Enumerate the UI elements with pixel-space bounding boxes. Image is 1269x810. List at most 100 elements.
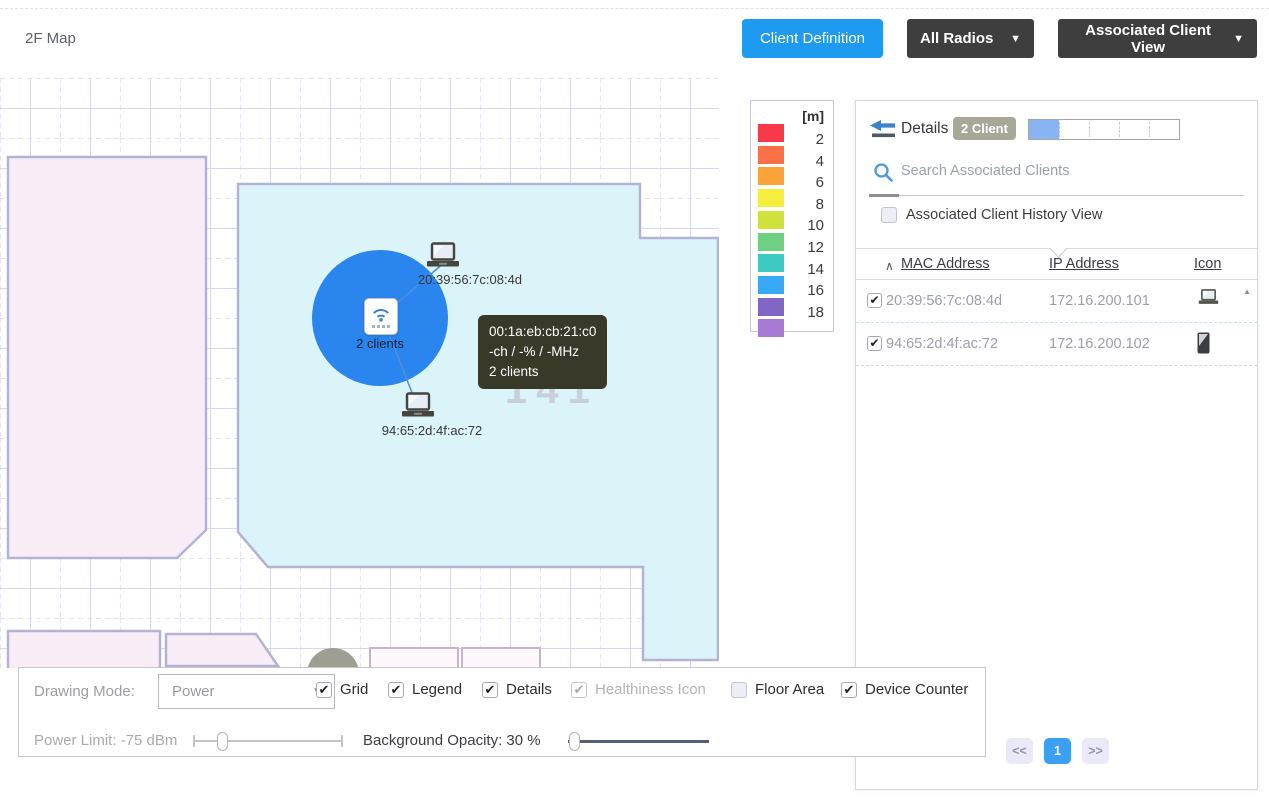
- back-arrow-icon[interactable]: [869, 120, 896, 138]
- ap-led-dots: [372, 325, 390, 328]
- client-table-body: ✔ 20:39:56:7c:08:4d 172.16.200.101 ✔ 94:65:2…: [856, 280, 1257, 366]
- column-header-icon[interactable]: Icon: [1194, 256, 1221, 272]
- toolbar-checkbox-floor-area[interactable]: Floor Area: [731, 681, 824, 698]
- checkbox-unchecked[interactable]: [881, 207, 897, 223]
- scrollbar-up-arrow[interactable]: ▲: [1243, 287, 1251, 296]
- drawing-mode-select[interactable]: Power ▼: [158, 674, 335, 709]
- legend-swatch: [758, 211, 784, 229]
- toolbar-checkbox-label: Device Counter: [865, 681, 968, 698]
- all-radios-label: All Radios: [920, 30, 993, 47]
- legend-tick: 16: [794, 282, 824, 299]
- toolbar-checkbox-label: Healthiness Icon: [595, 681, 706, 698]
- checkbox-checked: ✔: [571, 682, 587, 698]
- associated-client-view-dropdown[interactable]: Associated Client View ▼: [1058, 19, 1257, 58]
- cell-mac-address: 94:65:2d:4f:ac:72: [886, 336, 998, 352]
- page-title: 2F Map: [25, 30, 76, 47]
- legend-tick: 18: [794, 304, 824, 321]
- column-header-mac[interactable]: MAC Address: [901, 256, 990, 272]
- column-header-ip[interactable]: IP Address: [1049, 256, 1119, 272]
- legend-swatch: [758, 298, 784, 316]
- sort-ascending-icon[interactable]: ∧: [885, 259, 894, 273]
- all-radios-dropdown[interactable]: All Radios ▼: [907, 19, 1034, 58]
- client-definition-button[interactable]: Client Definition: [742, 19, 883, 58]
- capacity-bar-fill: [1029, 120, 1059, 139]
- background-opacity-slider-thumb[interactable]: [569, 732, 580, 751]
- toolbar-checkbox-label: Details: [506, 681, 552, 698]
- phone-icon: [1197, 332, 1210, 358]
- collapse-notch[interactable]: [1049, 239, 1067, 257]
- legend-unit-label: [m]: [802, 108, 824, 124]
- search-underline-accent: [869, 194, 899, 197]
- legend-swatch: [758, 319, 784, 337]
- legend-swatch: [758, 233, 784, 251]
- history-view-label: Associated Client History View: [906, 207, 1102, 223]
- legend-swatch: [758, 124, 784, 142]
- laptop-icon: [1197, 289, 1220, 310]
- legend-swatch: [758, 276, 784, 294]
- legend-swatch: [758, 189, 784, 207]
- ap-clients-count: 2 clients: [356, 336, 404, 351]
- checkbox-checked[interactable]: ✔: [841, 682, 857, 698]
- client-mac-label: 94:65:2d:4f:ac:72: [382, 423, 482, 438]
- pagination-next-button[interactable]: >>: [1082, 738, 1109, 764]
- pagination-prev-button[interactable]: <<: [1006, 738, 1033, 764]
- capacity-bar: [1028, 119, 1180, 140]
- checkbox-checked[interactable]: ✔: [388, 682, 404, 698]
- tooltip-mac: 00:1a:eb:cb:21:c0: [489, 322, 596, 342]
- cell-ip-address: 172.16.200.101: [1049, 293, 1150, 309]
- map-toolbar: Drawing Mode: Power ▼ ✔ Grid ✔ Legend ✔ Detai…: [18, 667, 986, 757]
- legend-tick: 12: [794, 239, 824, 256]
- toolbar-checkbox-grid[interactable]: ✔ Grid: [316, 681, 368, 698]
- legend-swatch: [758, 146, 784, 164]
- search-input[interactable]: [901, 163, 1221, 179]
- background-opacity-slider[interactable]: [568, 731, 709, 751]
- legend-tick: 6: [794, 174, 824, 191]
- laptop-icon: [1197, 289, 1220, 306]
- top-divider: [0, 8, 1269, 9]
- checkbox-unchecked[interactable]: [731, 682, 747, 698]
- access-point-icon[interactable]: [364, 298, 398, 335]
- associated-client-view-label: Associated Client View: [1071, 22, 1225, 56]
- legend-tick: 14: [794, 261, 824, 278]
- toolbar-checkbox-device-counter[interactable]: ✔ Device Counter: [841, 681, 968, 698]
- legend-swatch: [758, 254, 784, 272]
- cell-mac-address: 20:39:56:7c:08:4d: [886, 293, 1002, 309]
- history-view-checkbox[interactable]: Associated Client History View: [881, 207, 1102, 223]
- search-underline: [869, 195, 1244, 196]
- power-limit-slider-thumb[interactable]: [217, 732, 228, 751]
- tooltip-clients: 2 clients: [489, 362, 596, 382]
- toolbar-checkbox-label: Floor Area: [755, 681, 824, 698]
- legend-tick: 10: [794, 217, 824, 234]
- toolbar-checkbox-details[interactable]: ✔ Details: [482, 681, 552, 698]
- phone-icon: [1197, 332, 1210, 354]
- row-checkbox[interactable]: ✔: [867, 293, 882, 308]
- checkbox-checked[interactable]: ✔: [482, 682, 498, 698]
- table-row[interactable]: ✔ 20:39:56:7c:08:4d 172.16.200.101: [856, 280, 1257, 322]
- legend-panel: [m] 24681012141618: [750, 100, 834, 332]
- floor-map-canvas[interactable]: 141 20:39:56:7c:08:4d 94:65:2d:4f:ac:72: [0, 78, 719, 668]
- table-row[interactable]: ✔94:65:2d:4f:ac:72172.16.200.102: [856, 323, 1257, 365]
- pagination-page-1-button[interactable]: 1: [1044, 738, 1071, 764]
- legend-tick: 2: [794, 131, 824, 148]
- tooltip-stats: -ch / -% / -MHz: [489, 342, 596, 362]
- drawing-mode-label: Drawing Mode:: [34, 683, 135, 700]
- client-mac-label: 20:39:56:7c:08:4d: [418, 272, 522, 287]
- row-checkbox[interactable]: ✔: [867, 336, 882, 351]
- chevron-down-icon: ▼: [1010, 33, 1021, 45]
- laptop-icon[interactable]: [424, 242, 462, 270]
- power-limit-slider[interactable]: [193, 731, 343, 751]
- checkbox-checked[interactable]: ✔: [316, 682, 332, 698]
- legend-tick: 8: [794, 196, 824, 213]
- drawing-mode-value: Power: [172, 683, 215, 700]
- background-opacity-label: Background Opacity: 30 %: [363, 732, 541, 749]
- toolbar-checkbox-label: Legend: [412, 681, 462, 698]
- client-count-badge: 2 Client: [953, 117, 1016, 140]
- legend-swatch: [758, 167, 784, 185]
- laptop-icon[interactable]: [399, 392, 437, 420]
- toolbar-checkbox-legend[interactable]: ✔ Legend: [388, 681, 462, 698]
- toolbar-checkbox-label: Grid: [340, 681, 368, 698]
- toolbar-checkbox-healthiness-icon: ✔ Healthiness Icon: [571, 681, 706, 698]
- chevron-down-icon: ▼: [1233, 33, 1244, 45]
- row-separator: [856, 365, 1257, 366]
- wifi-icon: [369, 305, 393, 323]
